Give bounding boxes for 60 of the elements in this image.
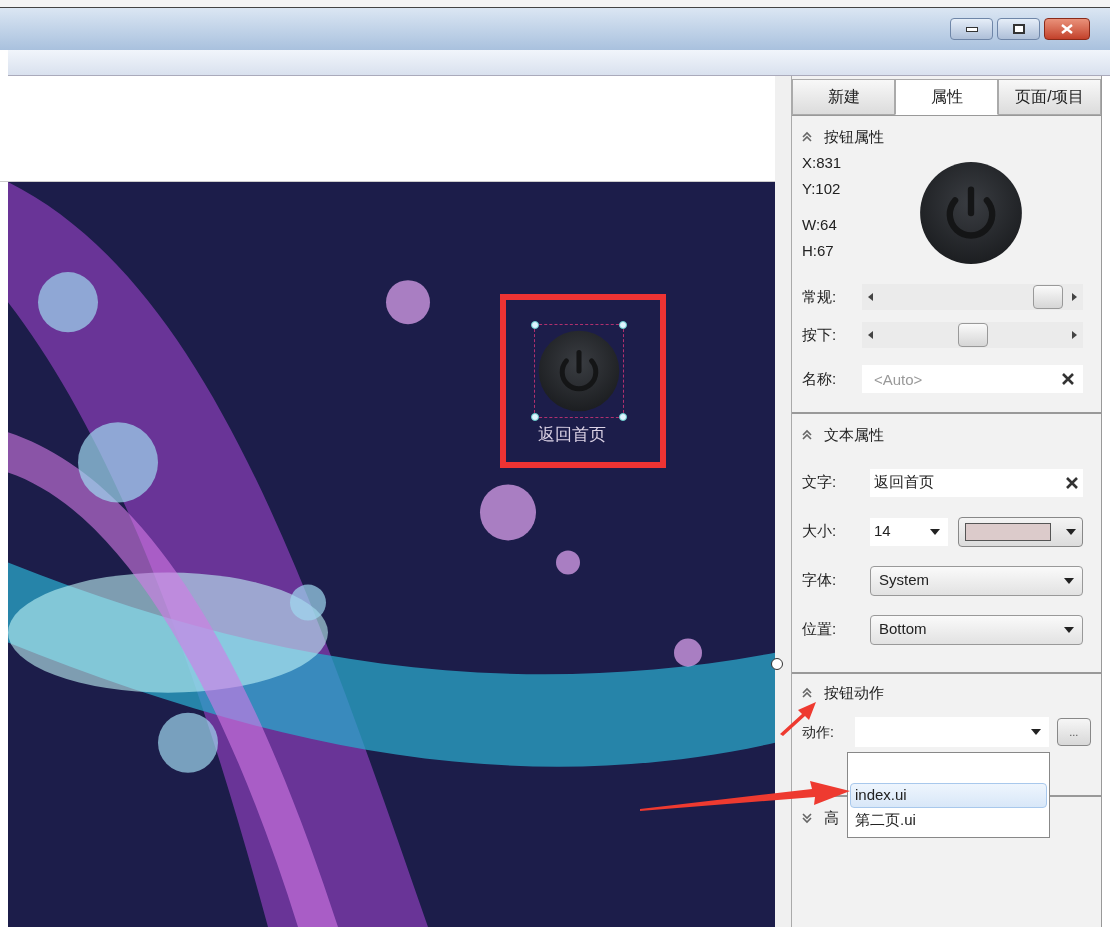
close-button[interactable]: [1044, 18, 1090, 40]
collapse-icon[interactable]: [802, 429, 812, 441]
minimize-icon: [965, 26, 978, 32]
size-dropdown[interactable]: 14: [870, 517, 948, 546]
y-coordinate: Y:102: [802, 179, 842, 199]
left-arrow-icon[interactable]: [868, 293, 873, 301]
left-arrow-icon[interactable]: [868, 331, 873, 339]
name-field[interactable]: <Auto>: [862, 365, 1083, 393]
right-arrow-icon[interactable]: [1072, 331, 1077, 339]
resize-handle[interactable]: [619, 413, 627, 421]
slider-label: 按下:: [802, 324, 838, 345]
field-label: 文字:: [802, 472, 838, 493]
tab[interactable]: 新建: [792, 79, 895, 115]
caret-icon: [1066, 528, 1076, 535]
maximize-icon: [1012, 24, 1025, 34]
section-title: 高: [824, 807, 839, 828]
color-picker[interactable]: [958, 516, 1083, 547]
dropdown-option[interactable]: index.ui: [850, 783, 1047, 808]
right-arrow-icon[interactable]: [1072, 293, 1077, 301]
field-label: 动作:: [802, 722, 835, 742]
clear-icon[interactable]: [1061, 372, 1075, 386]
power-button-icon: [918, 160, 1024, 266]
field-label: 名称:: [802, 368, 838, 389]
slider-thumb[interactable]: [1032, 285, 1063, 309]
slider-track[interactable]: [862, 284, 1083, 310]
text-field[interactable]: 返回首页: [870, 468, 1083, 497]
minimize-button[interactable]: [950, 18, 993, 40]
caret-icon: [1064, 577, 1074, 584]
tab[interactable]: 页面/项目: [998, 79, 1101, 115]
browse-button[interactable]: ...: [1056, 718, 1091, 746]
position-dropdown[interactable]: Bottom: [870, 614, 1083, 645]
slider-thumb[interactable]: [957, 323, 988, 347]
button-caption: 返回首页: [538, 424, 606, 446]
collapse-icon[interactable]: [802, 687, 812, 699]
section-title: 按钮动作: [824, 682, 884, 703]
resize-handle[interactable]: [531, 413, 539, 421]
collapse-icon[interactable]: [802, 131, 812, 143]
font-dropdown[interactable]: System: [870, 565, 1083, 596]
resize-handle[interactable]: [619, 321, 627, 329]
section-title: 按钮属性: [824, 126, 884, 147]
field-label: 字体:: [802, 570, 838, 591]
expand-icon[interactable]: [802, 812, 812, 824]
section-title: 文本属性: [824, 424, 884, 445]
maximize-button[interactable]: [997, 18, 1040, 40]
dropdown-option[interactable]: 第二页.ui: [850, 808, 1047, 833]
field-label: 大小:: [802, 521, 838, 542]
power-button-icon: [537, 329, 621, 413]
slider-label: 常规:: [802, 286, 838, 307]
close-icon: [1061, 24, 1073, 34]
caret-icon: [930, 528, 940, 535]
clear-icon[interactable]: [1065, 475, 1079, 490]
x-coordinate: X:831: [802, 153, 843, 173]
resize-handle[interactable]: [531, 321, 539, 329]
caret-icon: [1064, 626, 1074, 633]
height-value: H:67: [802, 241, 835, 261]
slider-track[interactable]: [862, 322, 1083, 348]
field-label: 位置:: [802, 619, 838, 640]
tab[interactable]: 属性: [895, 79, 998, 115]
width-value: W:64: [802, 215, 838, 235]
caret-icon: [1030, 729, 1041, 735]
